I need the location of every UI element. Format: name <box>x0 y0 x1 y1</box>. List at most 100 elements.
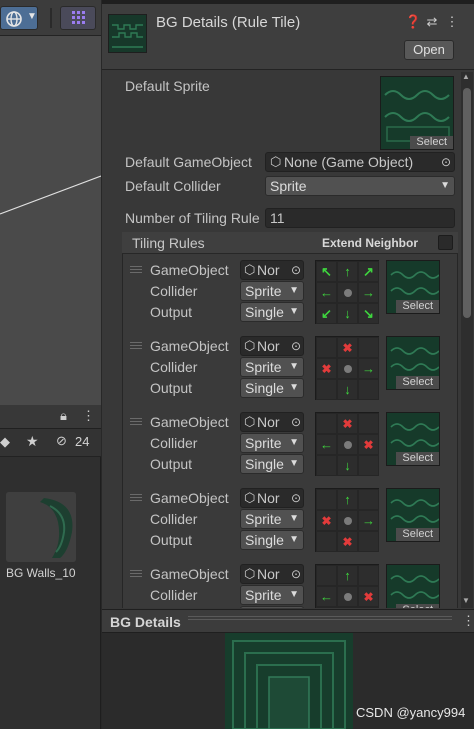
default-sprite-field[interactable]: Select <box>380 76 454 150</box>
rule-gameobject-field[interactable]: ⬡ Nor ⊙ <box>240 336 304 356</box>
object-picker-icon[interactable]: ⊙ <box>291 337 301 355</box>
default-gameobject-field[interactable]: ⬡ None (Game Object) ⊙ <box>265 152 455 172</box>
scene-viewport[interactable] <box>0 36 102 405</box>
help-icon[interactable]: ❓ <box>405 14 421 30</box>
not-this-icon[interactable]: ✖ <box>337 531 358 552</box>
arrow-this-icon[interactable]: ↑ <box>337 565 358 586</box>
rule-sprite-field[interactable]: Select <box>386 564 440 608</box>
rule-gameobject-field[interactable]: ⬡ Nor ⊙ <box>240 564 304 584</box>
empty-neighbor-cell[interactable] <box>316 337 337 358</box>
extend-neighbor-checkbox[interactable] <box>438 235 453 250</box>
empty-neighbor-cell[interactable] <box>358 455 379 476</box>
arrow-this-icon[interactable]: ← <box>316 282 337 303</box>
hidden-eye-icon[interactable]: ⊘ <box>56 433 67 449</box>
not-this-icon[interactable]: ✖ <box>337 337 358 358</box>
arrow-this-icon[interactable]: ← <box>316 586 337 607</box>
empty-neighbor-cell[interactable] <box>358 379 379 400</box>
rule-output-dropdown[interactable]: Single▼ <box>240 606 304 608</box>
empty-neighbor-cell[interactable] <box>337 607 358 608</box>
default-collider-dropdown[interactable]: Sprite ▼ <box>265 176 455 196</box>
center-cell[interactable] <box>337 510 358 531</box>
rule-gameobject-field[interactable]: ⬡ Nor ⊙ <box>240 488 304 508</box>
empty-neighbor-cell[interactable] <box>358 337 379 358</box>
rule-output-dropdown[interactable]: Single▼ <box>240 302 304 322</box>
rule-collider-dropdown[interactable]: Sprite ▼ <box>240 281 304 301</box>
rule-collider-dropdown[interactable]: Sprite ▼ <box>240 509 304 529</box>
arrow-this-icon[interactable]: ↓ <box>337 455 358 476</box>
empty-neighbor-cell[interactable] <box>316 379 337 400</box>
select-button[interactable]: Select <box>396 528 439 541</box>
asset-thumbnail[interactable] <box>6 492 76 562</box>
select-button[interactable]: Select <box>410 136 453 149</box>
empty-neighbor-cell[interactable] <box>358 607 379 608</box>
arrow-this-icon[interactable]: ↓ <box>337 303 358 324</box>
rule-gameobject-field[interactable]: ⬡ Nor ⊙ <box>240 412 304 432</box>
rule-sprite-field[interactable]: Select <box>386 412 440 466</box>
favorite-star-icon[interactable]: ★ <box>26 433 39 450</box>
rule-collider-dropdown[interactable]: Sprite ▼ <box>240 585 304 605</box>
gizmo-globe-button[interactable]: ▼ <box>0 6 38 30</box>
select-button[interactable]: Select <box>396 300 439 313</box>
arrow-this-icon[interactable]: ↑ <box>337 261 358 282</box>
reorder-handle-icon[interactable] <box>130 418 142 425</box>
rule-output-dropdown[interactable]: Single▼ <box>240 454 304 474</box>
object-picker-icon[interactable]: ⊙ <box>291 261 301 279</box>
arrow-this-icon[interactable]: → <box>358 358 379 379</box>
more-icon[interactable]: ⋮ <box>445 14 459 30</box>
not-this-icon[interactable]: ✖ <box>316 510 337 531</box>
arrow-this-icon[interactable]: ← <box>316 434 337 455</box>
rule-gameobject-field[interactable]: ⬡ Nor ⊙ <box>240 260 304 280</box>
reorder-handle-icon[interactable] <box>130 342 142 349</box>
empty-neighbor-cell[interactable] <box>316 607 337 608</box>
neighbor-rule-grid[interactable]: ↑ ← ✖ <box>315 564 379 608</box>
rule-sprite-field[interactable]: Select <box>386 336 440 390</box>
drag-handle[interactable] <box>188 616 452 620</box>
not-this-icon[interactable]: ✖ <box>316 358 337 379</box>
arrow-this-icon[interactable]: ↓ <box>337 379 358 400</box>
rule-collider-dropdown[interactable]: Sprite ▼ <box>240 433 304 453</box>
object-picker-icon[interactable]: ⊙ <box>291 489 301 507</box>
empty-neighbor-cell[interactable] <box>316 455 337 476</box>
more-icon[interactable]: ⋮ <box>462 613 474 629</box>
label-tag-icon[interactable]: ◆ <box>0 434 10 450</box>
rule-output-dropdown[interactable]: Single▼ <box>240 530 304 550</box>
select-button[interactable]: Select <box>396 376 439 389</box>
select-button[interactable]: Select <box>396 604 439 608</box>
select-button[interactable]: Select <box>396 452 439 465</box>
rule-output-dropdown[interactable]: Single▼ <box>240 378 304 398</box>
arrow-this-icon[interactable]: ↘ <box>358 303 379 324</box>
arrow-this-icon[interactable]: → <box>358 282 379 303</box>
lock-icon[interactable]: 🔒︎ <box>60 408 67 424</box>
neighbor-rule-grid[interactable]: ↖ ↑ ↗ ← → ↙ ↓ ↘ <box>315 260 379 324</box>
center-cell[interactable] <box>337 434 358 455</box>
neighbor-rule-grid[interactable]: ✖ ✖ → ↓ <box>315 336 379 400</box>
empty-neighbor-cell[interactable] <box>358 531 379 552</box>
arrow-this-icon[interactable]: ↙ <box>316 303 337 324</box>
empty-neighbor-cell[interactable] <box>358 565 379 586</box>
arrow-this-icon[interactable]: → <box>358 510 379 531</box>
reorder-handle-icon[interactable] <box>130 266 142 273</box>
neighbor-rule-grid[interactable]: ✖ ← ✖ ↓ <box>315 412 379 476</box>
empty-neighbor-cell[interactable] <box>316 531 337 552</box>
object-picker-icon[interactable]: ⊙ <box>291 413 301 431</box>
rule-collider-dropdown[interactable]: Sprite ▼ <box>240 357 304 377</box>
grid-toggle-button[interactable] <box>60 6 96 30</box>
center-cell[interactable] <box>337 358 358 379</box>
center-cell[interactable] <box>337 586 358 607</box>
num-rules-field[interactable]: 11 <box>265 208 455 228</box>
arrow-this-icon[interactable]: ↖ <box>316 261 337 282</box>
more-icon[interactable]: ⋮ <box>82 408 95 424</box>
empty-neighbor-cell[interactable] <box>316 413 337 434</box>
neighbor-rule-grid[interactable]: ↑ ✖ → ✖ <box>315 488 379 552</box>
scrollbar-thumb[interactable] <box>463 88 471 318</box>
not-this-icon[interactable]: ✖ <box>358 586 379 607</box>
rule-sprite-field[interactable]: Select <box>386 488 440 542</box>
scroll-up-icon[interactable]: ▲ <box>462 72 470 81</box>
empty-neighbor-cell[interactable] <box>316 565 337 586</box>
scroll-down-icon[interactable]: ▼ <box>462 596 470 605</box>
arrow-this-icon[interactable]: ↗ <box>358 261 379 282</box>
reorder-handle-icon[interactable] <box>130 494 142 501</box>
not-this-icon[interactable]: ✖ <box>337 413 358 434</box>
not-this-icon[interactable]: ✖ <box>358 434 379 455</box>
center-cell[interactable] <box>337 282 358 303</box>
